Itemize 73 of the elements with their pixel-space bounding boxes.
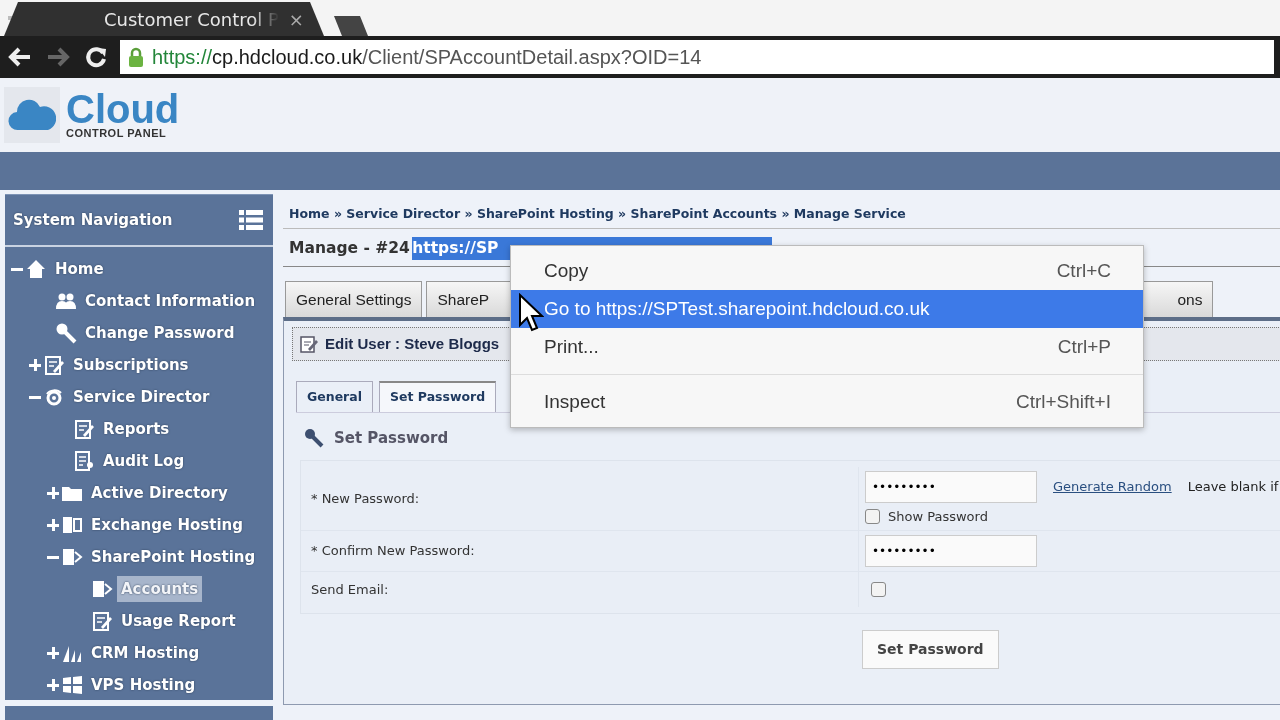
nav-item[interactable]: SharePoint Hosting — [87, 543, 260, 571]
send-email-checkbox[interactable] — [871, 582, 886, 597]
cloud-icon — [8, 98, 56, 132]
breadcrumb-current: Manage Service — [793, 206, 906, 221]
menu-item[interactable]: Print... Ctrl+P — [511, 328, 1143, 366]
page-title: Manage - #24 — [289, 238, 410, 257]
breadcrumb-link[interactable]: Service Director — [346, 206, 461, 221]
show-password-checkbox[interactable] — [865, 508, 880, 524]
breadcrumb-link[interactable]: SharePoint Accounts — [630, 206, 778, 221]
nav-item[interactable]: Usage Report — [117, 607, 240, 635]
document-icon — [73, 450, 95, 472]
tab[interactable]: General — [296, 381, 373, 412]
logo-subtitle: CONTROL PANEL — [66, 127, 168, 139]
expand-toggle[interactable] — [47, 487, 59, 499]
tab[interactable]: General Settings — [285, 281, 423, 318]
nav-item[interactable]: Service Director — [69, 383, 214, 411]
nav-item[interactable]: Audit Log — [99, 447, 189, 475]
mouse-cursor-icon — [518, 293, 544, 333]
notepad-icon — [91, 610, 113, 632]
url-text: https://cp.hdcloud.co.uk/Client/SPAccountDetail.aspx?OID=14 — [152, 45, 702, 70]
nav-item[interactable]: Reports — [99, 415, 174, 443]
breadcrumb-separator: » — [332, 206, 343, 221]
hint-text: Leave blank if — [1187, 477, 1279, 496]
password-field[interactable]: ••••••••• — [865, 470, 1037, 503]
nav-item[interactable]: Exchange Hosting — [87, 511, 247, 539]
password-field[interactable]: ••••••••• — [865, 535, 1037, 567]
field-label: Send Email: — [301, 572, 859, 607]
nav-item[interactable]: Subscriptions — [69, 351, 193, 379]
section-title: Set Password — [334, 428, 449, 449]
close-icon[interactable]: × — [288, 5, 304, 33]
set-password-button[interactable]: Set Password — [862, 630, 999, 669]
app-icon — [61, 546, 83, 568]
nav-item[interactable]: Home — [51, 255, 108, 283]
breadcrumb-link[interactable]: SharePoint Hosting — [476, 206, 614, 221]
notepad-icon — [43, 354, 65, 376]
gear-icon — [43, 386, 65, 408]
menu-item[interactable]: Go to https://SPTest.sharepoint.hdcloud.co.uk — [511, 290, 1143, 328]
shortcut-text: Ctrl+C — [1056, 258, 1111, 283]
expand-toggle[interactable] — [29, 359, 41, 371]
expand-toggle[interactable] — [47, 679, 59, 691]
breadcrumb-separator: » — [617, 206, 628, 221]
nav-item[interactable]: CRM Hosting — [87, 639, 204, 667]
checkbox-label: Show Password — [888, 507, 988, 526]
breadcrumb-link[interactable]: Home — [289, 206, 330, 221]
app-icon — [91, 578, 113, 600]
expand-toggle[interactable] — [47, 647, 59, 659]
breadcrumb-separator: » — [463, 206, 474, 221]
field-label: * Confirm New Password: — [301, 531, 859, 571]
field-label: * New Password: — [301, 466, 859, 530]
lock-icon — [128, 47, 144, 67]
key-icon — [55, 322, 77, 344]
address-bar[interactable]: https://cp.hdcloud.co.uk/Client/SPAccountDetail.aspx?OID=14 — [120, 40, 1274, 74]
expand-toggle[interactable] — [47, 519, 59, 531]
home-icon — [25, 258, 47, 280]
shortcut-text: Ctrl+P — [1057, 334, 1111, 359]
menu-icon[interactable] — [239, 209, 263, 231]
breadcrumb-separator: » — [780, 206, 791, 221]
nav-item[interactable]: Active Directory — [87, 479, 232, 507]
nav-item[interactable]: Change Password — [81, 319, 239, 347]
windows-icon — [61, 674, 83, 696]
shortcut-text: Ctrl+Shift+I — [1015, 389, 1111, 414]
edit-user-title: Edit User : Steve Bloggs — [325, 334, 500, 354]
menu-item[interactable]: Inspect Ctrl+Shift+I — [511, 383, 1143, 421]
nav-item[interactable]: VPS Hosting — [87, 671, 200, 699]
key-icon — [304, 428, 324, 449]
sidebar-title: System Navigation — [13, 209, 173, 231]
nav-item[interactable]: Contact Information — [81, 287, 260, 315]
logo-title: Cloud — [66, 91, 180, 127]
notepad-icon — [73, 418, 95, 440]
tab[interactable]: Set Password — [379, 381, 497, 412]
app-icon — [61, 514, 83, 536]
edit-icon — [299, 334, 319, 355]
generate-random-link[interactable]: Generate Random — [1053, 470, 1172, 496]
